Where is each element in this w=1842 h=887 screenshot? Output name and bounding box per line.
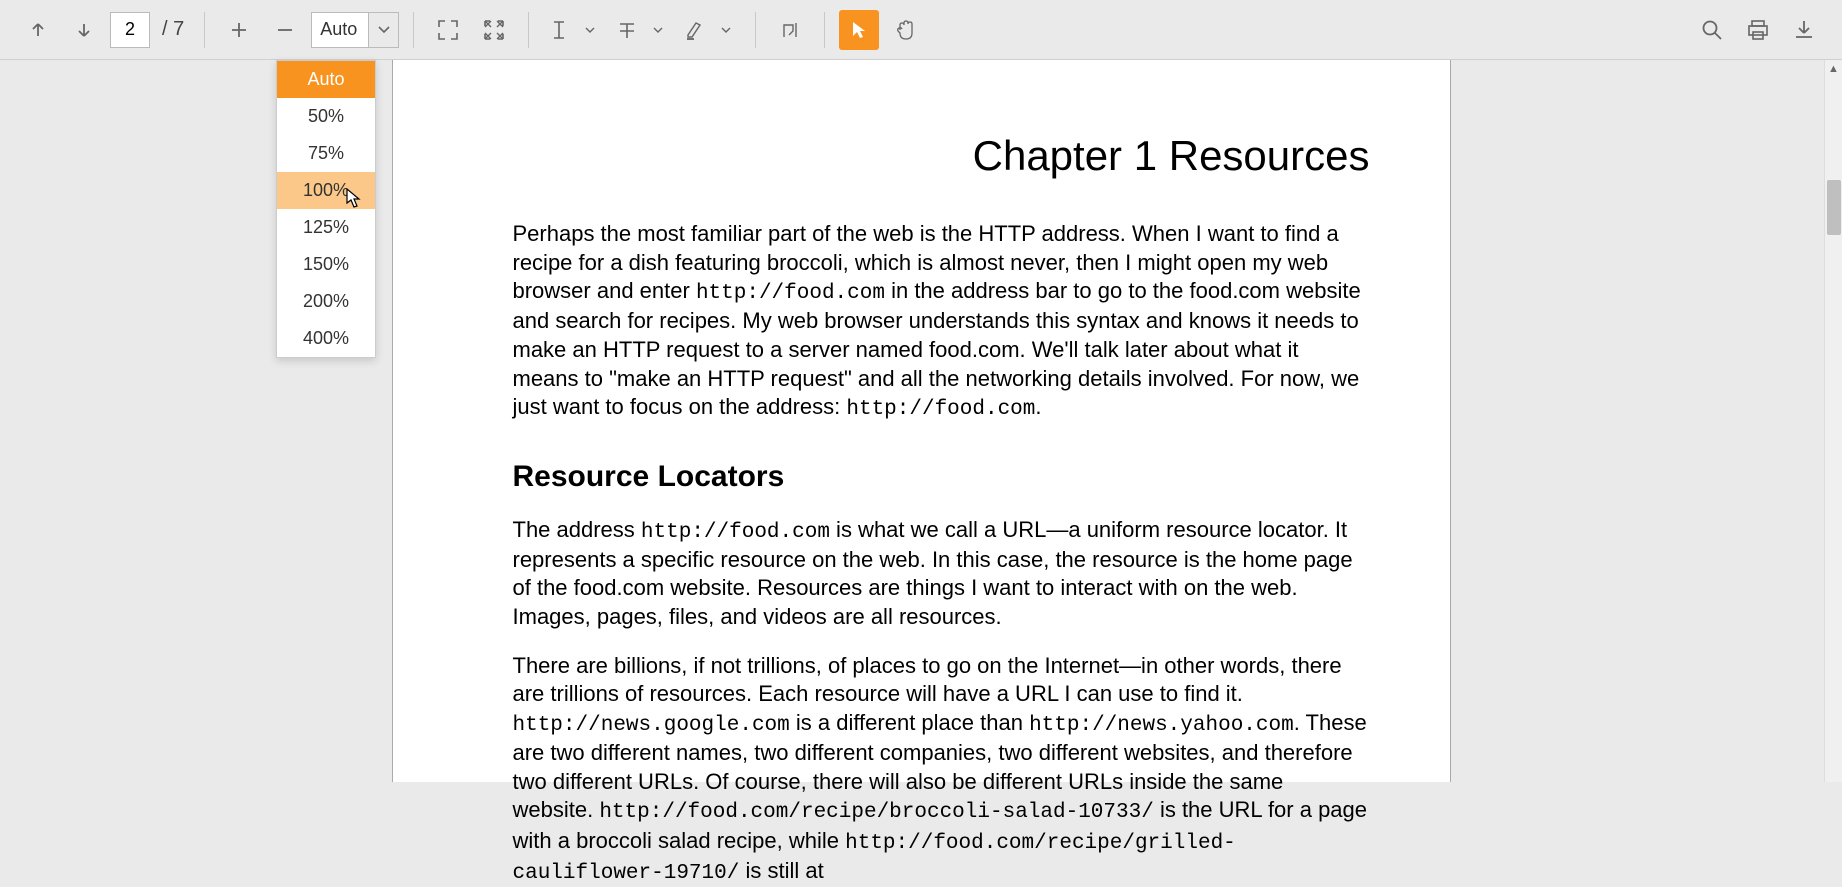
chevron-down-icon[interactable]	[368, 13, 398, 47]
zoom-dropdown: Auto50%75%100%125%150%200%400%	[276, 60, 376, 358]
search-button[interactable]	[1692, 10, 1732, 50]
vertical-scrollbar[interactable]: ▲	[1824, 60, 1842, 782]
zoom-option[interactable]: 400%	[277, 320, 375, 357]
separator	[528, 12, 529, 48]
chapter-title: Chapter 1 Resources	[513, 132, 1370, 180]
hand-tool[interactable]	[885, 10, 925, 50]
zoom-option[interactable]: 200%	[277, 283, 375, 320]
zoom-option[interactable]: 50%	[277, 98, 375, 135]
separator	[824, 12, 825, 48]
chevron-down-icon[interactable]	[643, 10, 673, 50]
toolbar: / 7 Auto	[0, 0, 1842, 60]
paragraph: The address http://food.com is what we c…	[513, 516, 1370, 632]
paragraph: There are billions, if not trillions, of…	[513, 652, 1370, 887]
fit-width-button[interactable]	[474, 10, 514, 50]
zoom-out-button[interactable]	[265, 10, 305, 50]
paragraph: Perhaps the most familiar part of the we…	[513, 220, 1370, 424]
document-page[interactable]: Chapter 1 Resources Perhaps the most fam…	[392, 60, 1451, 782]
zoom-select[interactable]: Auto	[311, 12, 399, 48]
separator	[755, 12, 756, 48]
prev-page-button[interactable]	[18, 10, 58, 50]
scroll-thumb[interactable]	[1827, 180, 1841, 235]
strikethrough-tool[interactable]	[611, 10, 673, 50]
zoom-value-label: Auto	[312, 19, 368, 40]
zoom-option[interactable]: Auto	[277, 61, 375, 98]
select-tool[interactable]	[839, 10, 879, 50]
zoom-in-button[interactable]	[219, 10, 259, 50]
print-button[interactable]	[1738, 10, 1778, 50]
download-button[interactable]	[1784, 10, 1824, 50]
separator	[413, 12, 414, 48]
next-page-button[interactable]	[64, 10, 104, 50]
separator	[204, 12, 205, 48]
highlight-tool[interactable]	[679, 10, 741, 50]
zoom-option[interactable]: 100%	[277, 172, 375, 209]
text-cursor-tool[interactable]	[543, 10, 605, 50]
fit-page-button[interactable]	[428, 10, 468, 50]
chevron-down-icon[interactable]	[711, 10, 741, 50]
signature-tool[interactable]	[770, 10, 810, 50]
page-total-label: / 7	[162, 18, 184, 41]
zoom-option[interactable]: 125%	[277, 209, 375, 246]
zoom-option[interactable]: 150%	[277, 246, 375, 283]
scroll-up-arrow[interactable]: ▲	[1825, 60, 1842, 78]
section-heading: Resource Locators	[513, 460, 1370, 494]
page-number-input[interactable]	[110, 12, 150, 48]
zoom-option[interactable]: 75%	[277, 135, 375, 172]
chevron-down-icon[interactable]	[575, 10, 605, 50]
